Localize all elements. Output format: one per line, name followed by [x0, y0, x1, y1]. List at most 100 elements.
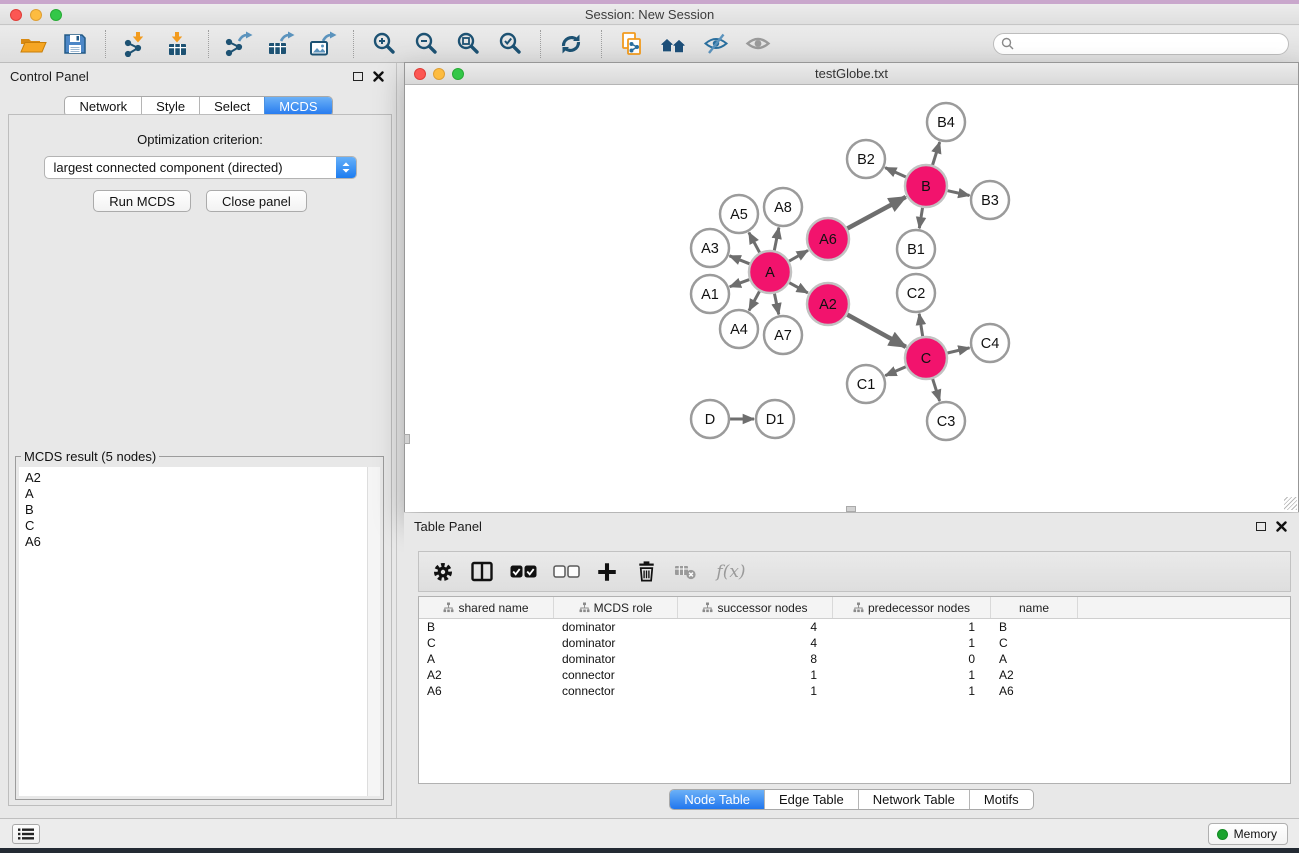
left-edge-handle[interactable] — [404, 434, 410, 444]
cell-predecessor-nodes[interactable]: 1 — [833, 668, 991, 682]
graph-edge-A-A2[interactable] — [789, 283, 808, 293]
save-session-button[interactable] — [54, 28, 96, 60]
cell-successor-nodes[interactable]: 4 — [678, 636, 833, 650]
column-header-shared-name[interactable]: shared name — [419, 597, 554, 618]
table-row[interactable]: A6connector11A6 — [419, 683, 1290, 699]
graph-edge-C-C2[interactable] — [919, 314, 922, 337]
cell-successor-nodes[interactable]: 1 — [678, 684, 833, 698]
graph-edge-C-C1[interactable] — [885, 367, 906, 376]
zoom-window-button[interactable] — [50, 9, 62, 21]
import-table-button[interactable] — [157, 28, 199, 60]
float-table-panel-icon[interactable] — [1256, 522, 1266, 531]
graph-edge-A2-C[interactable] — [847, 315, 906, 347]
table-row[interactable]: Bdominator41B — [419, 619, 1290, 635]
cell-mcds-role[interactable]: dominator — [554, 652, 678, 666]
zoom-fit-button[interactable] — [447, 28, 489, 60]
cell-predecessor-nodes[interactable]: 1 — [833, 684, 991, 698]
mcds-result-item[interactable]: B — [25, 502, 380, 518]
graph-edge-A-A3[interactable] — [729, 256, 749, 264]
graph-edge-A-A8[interactable] — [774, 228, 779, 251]
cell-name[interactable]: A6 — [991, 684, 1078, 698]
apply-layout-button[interactable] — [550, 28, 592, 60]
title-bar[interactable]: Session: New Session — [0, 4, 1299, 25]
close-panel-button[interactable]: Close panel — [206, 190, 307, 212]
float-panel-icon[interactable] — [353, 72, 363, 81]
cell-name[interactable]: B — [991, 620, 1078, 634]
cell-name[interactable]: A — [991, 652, 1078, 666]
network-window-titlebar[interactable]: testGlobe.txt — [405, 63, 1298, 85]
graph-edge-A-A4[interactable] — [749, 291, 759, 310]
tab-node-table[interactable]: Node Table — [670, 790, 764, 809]
graph-edge-B-B3[interactable] — [947, 191, 969, 196]
graph-edge-A-A5[interactable] — [749, 233, 760, 253]
cell-name[interactable]: C — [991, 636, 1078, 650]
graph-edge-B-B2[interactable] — [885, 168, 906, 177]
graph-edge-A-A7[interactable] — [774, 294, 778, 315]
show-panels-button[interactable] — [12, 824, 40, 844]
cell-mcds-role[interactable]: connector — [554, 668, 678, 682]
mcds-result-item[interactable]: C — [25, 518, 380, 534]
cell-shared-name[interactable]: B — [419, 620, 554, 634]
cell-successor-nodes[interactable]: 4 — [678, 620, 833, 634]
cell-mcds-role[interactable]: connector — [554, 684, 678, 698]
column-header-successor-nodes[interactable]: successor nodes — [678, 597, 833, 618]
close-table-panel-icon[interactable] — [1276, 521, 1287, 532]
mcds-result-item[interactable]: A — [25, 486, 380, 502]
export-table-button[interactable] — [260, 28, 302, 60]
graph-edge-A6-B[interactable] — [847, 197, 905, 229]
zoom-network-window-button[interactable] — [452, 68, 464, 80]
graph-edge-A-A1[interactable] — [730, 280, 750, 287]
split-view-button[interactable] — [468, 558, 496, 586]
scrollbar-track[interactable] — [367, 467, 380, 796]
minimize-network-window-button[interactable] — [433, 68, 445, 80]
cell-shared-name[interactable]: A — [419, 652, 554, 666]
graph-edge-C-C3[interactable] — [933, 379, 940, 401]
apply-function-button[interactable]: f(x) — [710, 558, 752, 586]
close-panel-icon[interactable] — [373, 71, 384, 82]
zoom-out-button[interactable] — [405, 28, 447, 60]
minimize-window-button[interactable] — [30, 9, 42, 21]
open-file-button[interactable] — [12, 28, 54, 60]
column-header-mcds-role[interactable]: MCDS role — [554, 597, 678, 618]
control-panel-header[interactable]: Control Panel — [0, 63, 396, 89]
close-network-window-button[interactable] — [414, 68, 426, 80]
table-panel-header[interactable]: Table Panel — [404, 513, 1299, 539]
cell-mcds-role[interactable]: dominator — [554, 636, 678, 650]
run-mcds-button[interactable]: Run MCDS — [93, 190, 191, 212]
table-row[interactable]: Cdominator41C — [419, 635, 1290, 651]
export-image-button[interactable] — [302, 28, 344, 60]
table-settings-button[interactable] — [429, 558, 457, 586]
tab-network-table[interactable]: Network Table — [858, 790, 969, 809]
first-neighbors-button[interactable] — [653, 28, 695, 60]
cell-shared-name[interactable]: C — [419, 636, 554, 650]
zoom-selected-button[interactable] — [489, 28, 531, 60]
export-network-button[interactable] — [218, 28, 260, 60]
resize-grip[interactable] — [1284, 497, 1297, 510]
network-canvas[interactable]: B4B2BB3A5A8A6A3B1AA1C2A2A4A7CC4C1C3DD1 — [405, 86, 1298, 512]
cell-shared-name[interactable]: A2 — [419, 668, 554, 682]
zoom-in-button[interactable] — [363, 28, 405, 60]
tab-motifs[interactable]: Motifs — [969, 790, 1033, 809]
graph-edge-B-B1[interactable] — [919, 208, 922, 229]
cell-predecessor-nodes[interactable]: 1 — [833, 620, 991, 634]
table-row[interactable]: Adominator80A — [419, 651, 1290, 667]
cell-name[interactable]: A2 — [991, 668, 1078, 682]
table-row[interactable]: A2connector11A2 — [419, 667, 1290, 683]
select-all-checkboxes-button[interactable] — [507, 558, 539, 586]
graph-edge-C-C4[interactable] — [947, 348, 969, 353]
memory-button[interactable]: Memory — [1208, 823, 1288, 845]
column-header-name[interactable]: name — [991, 597, 1078, 618]
bottom-edge-handle[interactable] — [846, 506, 856, 512]
search-input[interactable] — [1015, 35, 1288, 53]
delete-table-button[interactable] — [671, 558, 699, 586]
graph-edge-A-A6[interactable] — [789, 250, 808, 261]
hide-selected-button[interactable] — [695, 28, 737, 60]
add-column-button[interactable] — [593, 558, 621, 586]
graph-edge-B-B4[interactable] — [933, 142, 940, 165]
mcds-result-item[interactable]: A2 — [25, 470, 380, 486]
cell-predecessor-nodes[interactable]: 0 — [833, 652, 991, 666]
show-all-button[interactable] — [737, 28, 779, 60]
column-header-predecessor-nodes[interactable]: predecessor nodes — [833, 597, 991, 618]
cell-predecessor-nodes[interactable]: 1 — [833, 636, 991, 650]
clone-network-button[interactable] — [611, 28, 653, 60]
